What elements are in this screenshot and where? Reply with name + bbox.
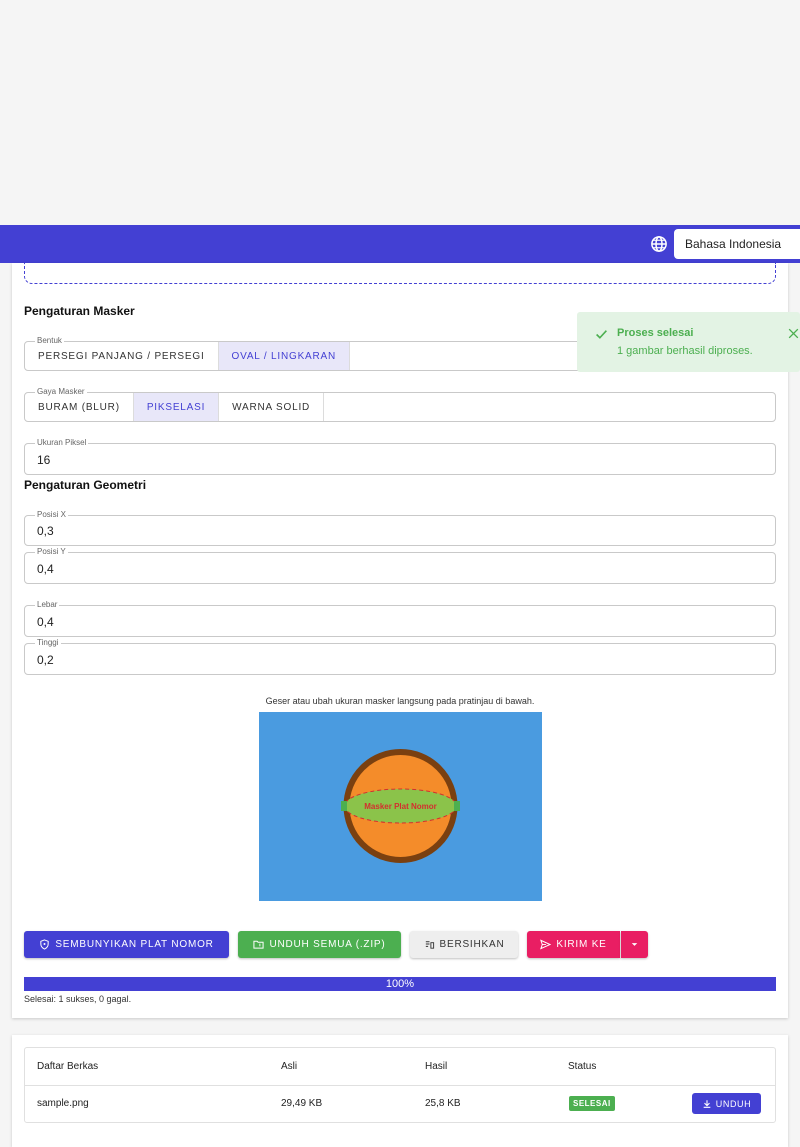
geometry-settings-title: Pengaturan Geometri [24,478,147,492]
send-icon [540,939,552,950]
height-legend: Tinggi [35,637,61,649]
files-table: Daftar Berkas Asli Hasil Status sample.p… [24,1047,776,1123]
settings-card [12,263,788,1018]
hide-plates-button[interactable]: SEMBUNYIKAN PLAT NOMOR [24,931,229,958]
image-preview: Masker Plat Nomor [259,712,542,901]
close-icon[interactable] [787,327,800,340]
shape-legend: Bentuk [35,335,64,347]
upload-dropzone[interactable] [24,263,776,284]
pixel-size-value[interactable]: 16 [37,453,50,467]
position-y-legend: Posisi Y [35,546,68,558]
height-field[interactable]: Tinggi 0,2 [24,637,776,675]
mask-style-toggle-group: Gaya Masker BURAM (BLUR) PIKSELASI WARNA… [24,386,776,422]
height-value[interactable]: 0,2 [37,653,54,667]
style-option-pixelate[interactable]: PIKSELASI [133,393,220,421]
mask-label: Masker Plat Nomor [364,802,436,811]
position-x-value[interactable]: 0,3 [37,524,54,538]
position-x-legend: Posisi X [35,509,68,521]
success-toast: Proses selesai 1 gambar berhasil diprose… [577,312,800,372]
send-to-button[interactable]: KIRIM KE [527,931,620,958]
clear-button[interactable]: BERSIHKAN [410,931,518,958]
language-select[interactable]: Bahasa Indonesia [674,229,800,259]
file-original-size: 29,49 KB [281,1098,323,1109]
download-icon [703,1099,711,1108]
position-y-field[interactable]: Posisi Y 0,4 [24,546,776,584]
globe-icon[interactable] [650,235,668,253]
app-bar: Bahasa Indonesia [0,225,800,263]
mask-settings-title: Pengaturan Masker [24,304,135,318]
file-name: sample.png [37,1098,89,1109]
preview-hint: Geser atau ubah ukuran masker langsung p… [265,696,535,706]
preview-canvas: Masker Plat Nomor [341,749,460,863]
clear-list-icon [425,941,434,949]
position-x-field[interactable]: Posisi X 0,3 [24,509,776,546]
status-badge: SELESAI [569,1096,615,1111]
hide-plates-label: SEMBUNYIKAN PLAT NOMOR [55,939,214,950]
header-divider [25,1085,775,1086]
download-zip-label: UNDUH SEMUA (.ZIP) [269,939,386,950]
toast-message: 1 gambar berhasil diproses. [617,345,753,357]
mask-resize-handle-right[interactable] [454,801,460,811]
process-status: Selesai: 1 sukses, 0 gagal. [24,994,132,1004]
mask-style-legend: Gaya Masker [35,386,87,398]
download-file-label: UNDUH [715,1098,752,1109]
style-option-solid[interactable]: WARNA SOLID [219,393,325,421]
send-to-menu-button[interactable] [621,931,648,958]
clear-label: BERSIHKAN [439,939,505,950]
progress-bar: 100% [24,977,776,991]
pixel-size-field[interactable]: Ukuran Piksel 16 [24,437,776,475]
col-original: Asli [281,1061,298,1072]
download-zip-button[interactable]: UNDUH SEMUA (.ZIP) [238,931,401,958]
download-file-button[interactable]: UNDUH [692,1093,761,1114]
folder-zip-icon [253,940,265,949]
file-result-size: 25,8 KB [425,1098,461,1109]
check-icon [596,330,607,339]
shape-option-oval[interactable]: OVAL / LINGKARAN [218,342,351,370]
width-field[interactable]: Lebar 0,4 [24,599,776,637]
width-legend: Lebar [35,599,60,611]
col-result: Hasil [425,1061,448,1072]
pixel-size-legend: Ukuran Piksel [35,437,89,449]
position-y-value[interactable]: 0,4 [37,562,54,576]
col-file-list: Daftar Berkas [37,1061,99,1072]
width-value[interactable]: 0,4 [37,615,54,629]
send-to-label: KIRIM KE [556,939,607,950]
caret-down-icon [631,943,638,946]
col-status: Status [568,1061,597,1072]
progress-label: 100% [385,978,415,990]
shield-icon [40,939,49,950]
toast-title: Proses selesai [617,327,694,339]
mask-resize-handle-left[interactable] [341,801,347,811]
